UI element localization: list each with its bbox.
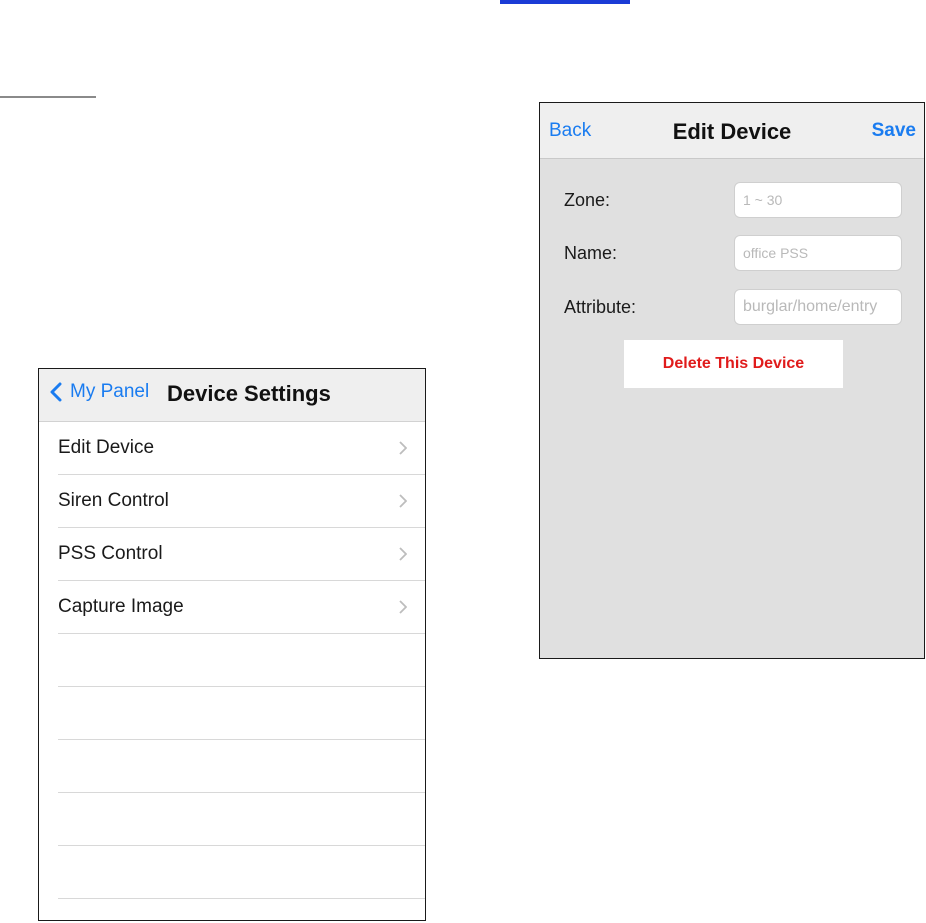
empty-list-row: [58, 793, 425, 846]
device-settings-list: Edit Device Siren Control PSS Control Ca…: [39, 422, 425, 899]
empty-list-row: [58, 634, 425, 687]
chevron-right-icon: [399, 441, 407, 455]
edit-device-nav-bar: Back Edit Device Save: [540, 103, 924, 159]
page-title: Device Settings: [167, 381, 331, 406]
list-item-capture-image[interactable]: Capture Image: [58, 581, 425, 634]
list-item-siren-control[interactable]: Siren Control: [58, 475, 425, 528]
back-label: My Panel: [70, 381, 150, 402]
zone-field[interactable]: [734, 182, 902, 218]
attribute-label: Attribute:: [564, 297, 637, 317]
list-item-label: Capture Image: [58, 596, 184, 617]
empty-list-row: [58, 687, 425, 740]
device-settings-nav-bar: My Panel Device Settings: [39, 369, 425, 422]
chevron-right-icon: [399, 600, 407, 614]
device-settings-screen: My Panel Device Settings Edit Device Sir…: [38, 368, 426, 921]
name-field-row: Name:: [564, 235, 902, 273]
empty-list-row: [58, 740, 425, 793]
attribute-field-row: Attribute:: [564, 289, 902, 327]
attribute-field[interactable]: [734, 289, 902, 325]
chevron-left-icon: [50, 382, 62, 402]
name-field[interactable]: [734, 235, 902, 271]
list-item-label: PSS Control: [58, 543, 163, 564]
list-item-edit-device[interactable]: Edit Device: [58, 422, 425, 475]
my-panel-back-button[interactable]: My Panel: [49, 381, 149, 403]
edit-device-screen: Back Edit Device Save Zone: Name: Attrib…: [539, 102, 925, 659]
top-link-underline: [500, 0, 630, 4]
top-divider: [0, 96, 96, 98]
name-label: Name:: [564, 243, 618, 263]
zone-label: Zone:: [564, 190, 611, 210]
delete-device-button[interactable]: Delete This Device: [624, 340, 843, 388]
list-item-label: Siren Control: [58, 490, 169, 511]
list-item-label: Edit Device: [58, 437, 155, 458]
page-title: Edit Device: [672, 119, 792, 144]
zone-field-row: Zone:: [564, 182, 902, 220]
list-item-pss-control[interactable]: PSS Control: [58, 528, 425, 581]
empty-list-row: [58, 846, 425, 899]
save-button[interactable]: Save: [872, 120, 916, 142]
chevron-right-icon: [399, 494, 407, 508]
chevron-right-icon: [399, 547, 407, 561]
